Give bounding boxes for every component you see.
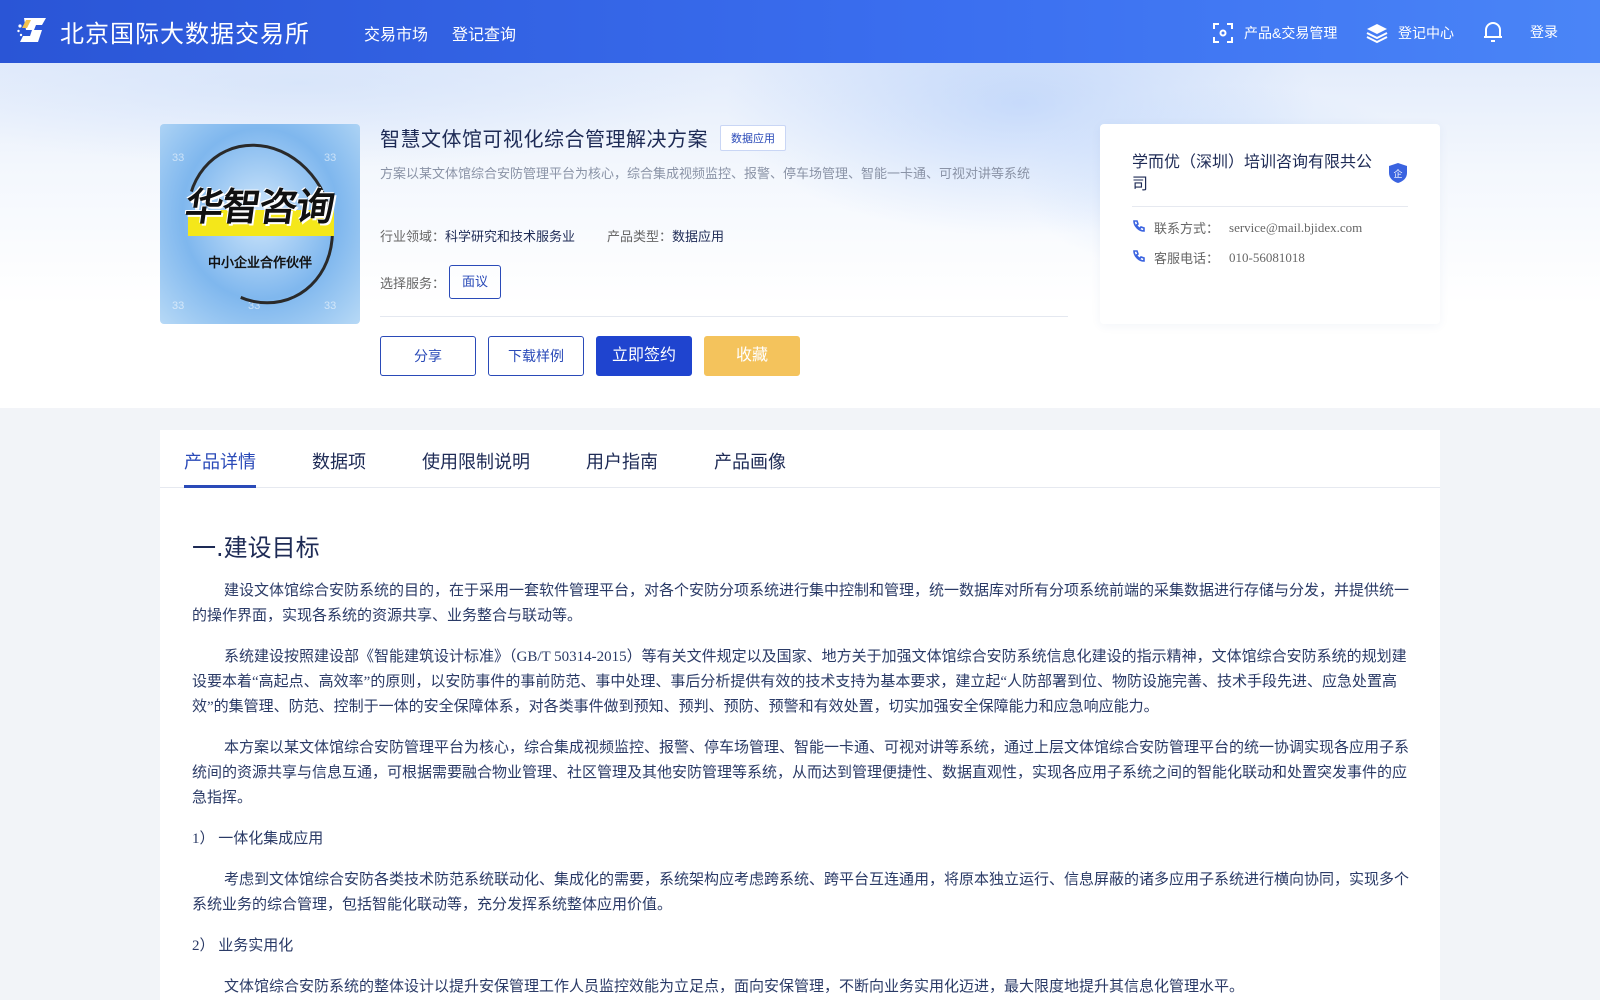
download-sample-button[interactable]: 下载样例 <box>488 336 584 376</box>
article-paragraph: 文体馆综合安防系统的整体设计以提升安保管理工作人员监控效能为立足点，面向安保管理… <box>224 979 1245 995</box>
vendor-name[interactable]: 学而优（深圳）培训咨询有限共公司 <box>1132 152 1382 196</box>
phone-icon <box>1132 219 1146 236</box>
article-list-item: 1） 一体化集成应用 <box>192 831 324 847</box>
active-tab-indicator <box>184 485 256 488</box>
cover-subtitle: 中小企业合作伙伴 <box>207 256 312 271</box>
tab-usage-restrictions[interactable]: 使用限制说明 <box>422 448 530 474</box>
industry-field: 行业领域：科学研究和技术服务业 <box>380 226 575 245</box>
product-type-label: 产品类型： <box>607 229 673 244</box>
tab-product-details[interactable]: 产品详情 <box>184 448 256 474</box>
article-paragraph: 本方案以某文体馆综合安防管理平台为核心，综合集成视频监控、报警、停车场管理、智能… <box>192 740 1410 806</box>
notification-bell-icon[interactable] <box>1482 20 1504 44</box>
service-selector: 选择服务： 面议 <box>380 265 502 299</box>
product-description: 方案以某文体馆综合安防管理平台为核心，综合集成视频监控、报警、停车场管理、智能一… <box>380 166 1031 181</box>
article-list-item: 2） 业务实用化 <box>192 938 294 954</box>
product-trade-management-link[interactable]: 产品&交易管理 <box>1212 22 1337 44</box>
article-heading: 一.建设目标 <box>192 534 320 562</box>
nav-trading-market[interactable]: 交易市场 <box>364 21 428 45</box>
product-type-field: 产品类型：数据应用 <box>607 226 724 245</box>
scan-focus-icon <box>1212 22 1234 44</box>
enterprise-shield-icon: 企 <box>1388 162 1408 184</box>
product-article: 一.建设目标 建设文体馆综合安防系统的目的，在于采用一套软件管理平台，对各个安防… <box>192 528 1410 1000</box>
share-button[interactable]: 分享 <box>380 336 476 376</box>
article-paragraph: 考虑到文体馆综合安防各类技术防范系统联动化、集成化的需要，系统架构应考虑跨系统、… <box>192 872 1410 913</box>
article-paragraph: 系统建设按照建设部《智能建筑设计标准》（GB/T 50314-2015）等有关文… <box>192 649 1407 715</box>
vendor-card: 学而优（深圳）培训咨询有限共公司 企 联系方式： service@mail.bj… <box>1100 124 1440 324</box>
product-detail-card: 产品详情 数据项 使用限制说明 用户指南 产品画像 一.建设目标 建设文体馆综合… <box>160 430 1440 1000</box>
enterprise-badge-text: 企 <box>1393 168 1402 180</box>
product-hero: 33 33 33 33 33 华智咨询 中小企业合作伙伴 智慧文体馆可视化综合管… <box>0 63 1600 408</box>
favorite-button[interactable]: 收藏 <box>704 336 800 376</box>
contact-label: 联系方式： <box>1154 221 1220 236</box>
phone-icon <box>1132 249 1146 266</box>
service-option-negotiable[interactable]: 面议 <box>449 265 502 299</box>
detail-tabs: 产品详情 数据项 使用限制说明 用户指南 产品画像 <box>160 430 1440 488</box>
login-link[interactable]: 登录 <box>1530 22 1558 42</box>
register-center-link[interactable]: 登记中心 <box>1366 22 1454 44</box>
vendor-contact-row: 联系方式： service@mail.bjidex.com <box>1132 218 1362 237</box>
product-type-value: 数据应用 <box>672 229 725 244</box>
phone-number[interactable]: 010-56081018 <box>1229 250 1305 266</box>
nav-registration-query[interactable]: 登记查询 <box>452 21 516 45</box>
industry-value: 科学研究和技术服务业 <box>445 229 576 244</box>
service-label: 选择服务： <box>380 275 446 291</box>
cover-title: 华智咨询 <box>182 185 337 229</box>
tab-user-guide[interactable]: 用户指南 <box>586 448 658 474</box>
register-center-label: 登记中心 <box>1398 25 1454 41</box>
product-title-row: 智慧文体馆可视化综合管理解决方案 数据应用 <box>380 123 786 152</box>
industry-label: 行业领域： <box>380 229 446 244</box>
layers-icon <box>1366 22 1388 44</box>
vendor-divider <box>1132 206 1408 207</box>
exchange-logo-icon[interactable] <box>16 14 52 46</box>
top-navbar: 北京国际大数据交易所 交易市场 登记查询 产品&交易管理 登记中心 登录 <box>0 0 1600 63</box>
article-paragraph: 建设文体馆综合安防系统的目的，在于采用一套软件管理平台，对各个安防分项系统进行集… <box>192 583 1410 624</box>
product-tag-badge: 数据应用 <box>720 124 786 151</box>
sign-now-button[interactable]: 立即签约 <box>596 336 692 376</box>
tab-product-profile[interactable]: 产品画像 <box>714 448 786 474</box>
vendor-phone-row: 客服电话： 010-56081018 <box>1132 248 1305 267</box>
product-cover-image: 33 33 33 33 33 华智咨询 中小企业合作伙伴 <box>160 124 360 324</box>
brand-name[interactable]: 北京国际大数据交易所 <box>60 14 310 49</box>
product-meta-row: 行业领域：科学研究和技术服务业 产品类型：数据应用 <box>380 226 724 245</box>
contact-email[interactable]: service@mail.bjidex.com <box>1229 220 1362 236</box>
phone-label: 客服电话： <box>1154 251 1220 266</box>
tab-data-items[interactable]: 数据项 <box>312 448 366 474</box>
product-title: 智慧文体馆可视化综合管理解决方案 <box>380 127 708 151</box>
hero-divider <box>380 316 1068 317</box>
product-trade-management-label: 产品&交易管理 <box>1244 25 1338 41</box>
